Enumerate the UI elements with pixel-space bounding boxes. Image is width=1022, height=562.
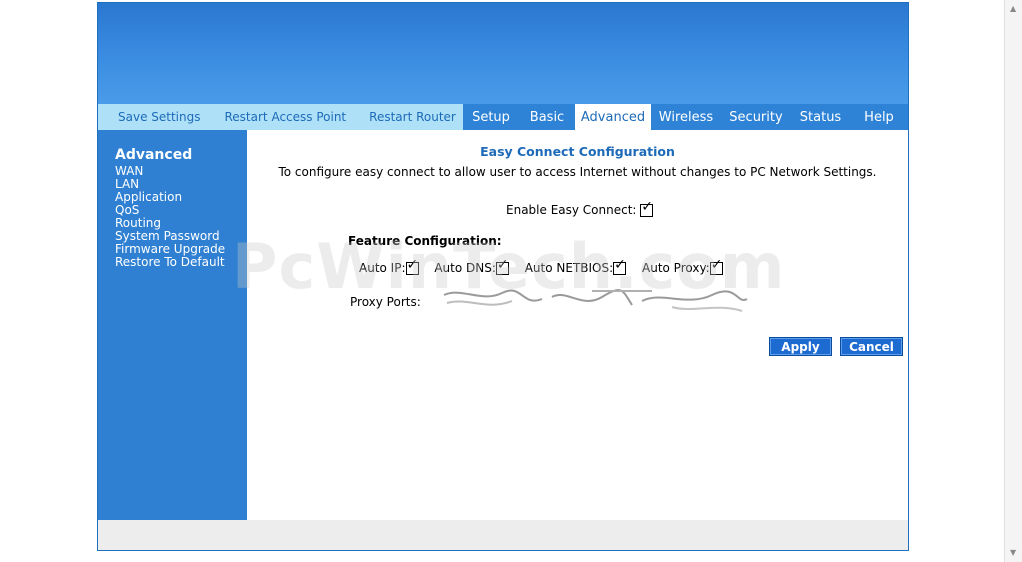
tab-advanced[interactable]: Advanced	[575, 104, 651, 130]
quick-links-bar: Save Settings Restart Access Point Resta…	[98, 104, 463, 130]
auto-proxy-option: Auto Proxy:	[642, 257, 723, 275]
auto-ip-checkbox[interactable]	[405, 257, 419, 275]
page-description: To configure easy connect to allow user …	[278, 165, 877, 179]
sidebar-title: Advanced	[115, 147, 193, 163]
restart-access-point-link[interactable]: Restart Access Point	[225, 110, 347, 124]
feature-configuration-heading: Feature Configuration:	[348, 234, 502, 248]
sidebar-menu: WAN LAN Application QoS Routing System P…	[115, 165, 225, 269]
auto-netbios-option: Auto NETBIOS:	[524, 257, 627, 275]
tab-security[interactable]: Security	[721, 104, 791, 130]
vertical-scrollbar[interactable]: ▲ ▼	[1004, 0, 1022, 562]
tab-status[interactable]: Status	[791, 104, 850, 130]
tab-setup[interactable]: Setup	[463, 104, 519, 130]
header-banner	[98, 3, 908, 104]
restart-router-link[interactable]: Restart Router	[369, 110, 456, 124]
scroll-down-arrow-icon[interactable]: ▼	[1010, 548, 1016, 557]
enable-easy-connect-row: Enable Easy Connect:	[506, 199, 654, 217]
enable-easy-connect-checkbox[interactable]	[640, 199, 654, 217]
sidebar-item-restore-to-default[interactable]: Restore To Default	[115, 256, 225, 269]
main-tabs: Setup Basic Advanced Wireless Security S…	[463, 104, 908, 130]
auto-netbios-label: Auto NETBIOS:	[524, 261, 614, 275]
feature-options: Auto IP: Auto DNS: Auto NETBIOS: Auto Pr…	[359, 257, 735, 275]
auto-ip-option: Auto IP:	[359, 257, 419, 275]
auto-dns-checkbox[interactable]	[495, 257, 509, 275]
auto-netbios-checkbox[interactable]	[613, 257, 627, 275]
auto-proxy-checkbox[interactable]	[709, 257, 723, 275]
auto-dns-label: Auto DNS:	[434, 261, 496, 275]
auto-proxy-label: Auto Proxy:	[642, 261, 710, 275]
proxy-ports-row: Proxy Ports:	[350, 295, 421, 309]
apply-button[interactable]: Apply	[769, 337, 832, 356]
tab-basic[interactable]: Basic	[519, 104, 575, 130]
sidebar: Advanced WAN LAN Application QoS Routing…	[98, 130, 247, 520]
auto-dns-option: Auto DNS:	[434, 257, 509, 275]
tab-wireless[interactable]: Wireless	[651, 104, 721, 130]
proxy-ports-input[interactable]	[445, 290, 749, 314]
save-settings-link[interactable]: Save Settings	[118, 110, 201, 124]
auto-ip-label: Auto IP:	[359, 261, 406, 275]
tab-help[interactable]: Help	[850, 104, 908, 130]
enable-easy-connect-label: Enable Easy Connect:	[506, 203, 637, 217]
top-navigation: Save Settings Restart Access Point Resta…	[98, 104, 908, 130]
proxy-ports-label: Proxy Ports:	[350, 295, 421, 309]
router-admin-frame: Save Settings Restart Access Point Resta…	[97, 2, 909, 551]
main-content: Easy Connect Configuration To configure …	[247, 130, 908, 520]
scroll-up-arrow-icon[interactable]: ▲	[1010, 4, 1016, 13]
page-title: Easy Connect Configuration	[480, 144, 675, 159]
cancel-button[interactable]: Cancel	[840, 337, 903, 356]
